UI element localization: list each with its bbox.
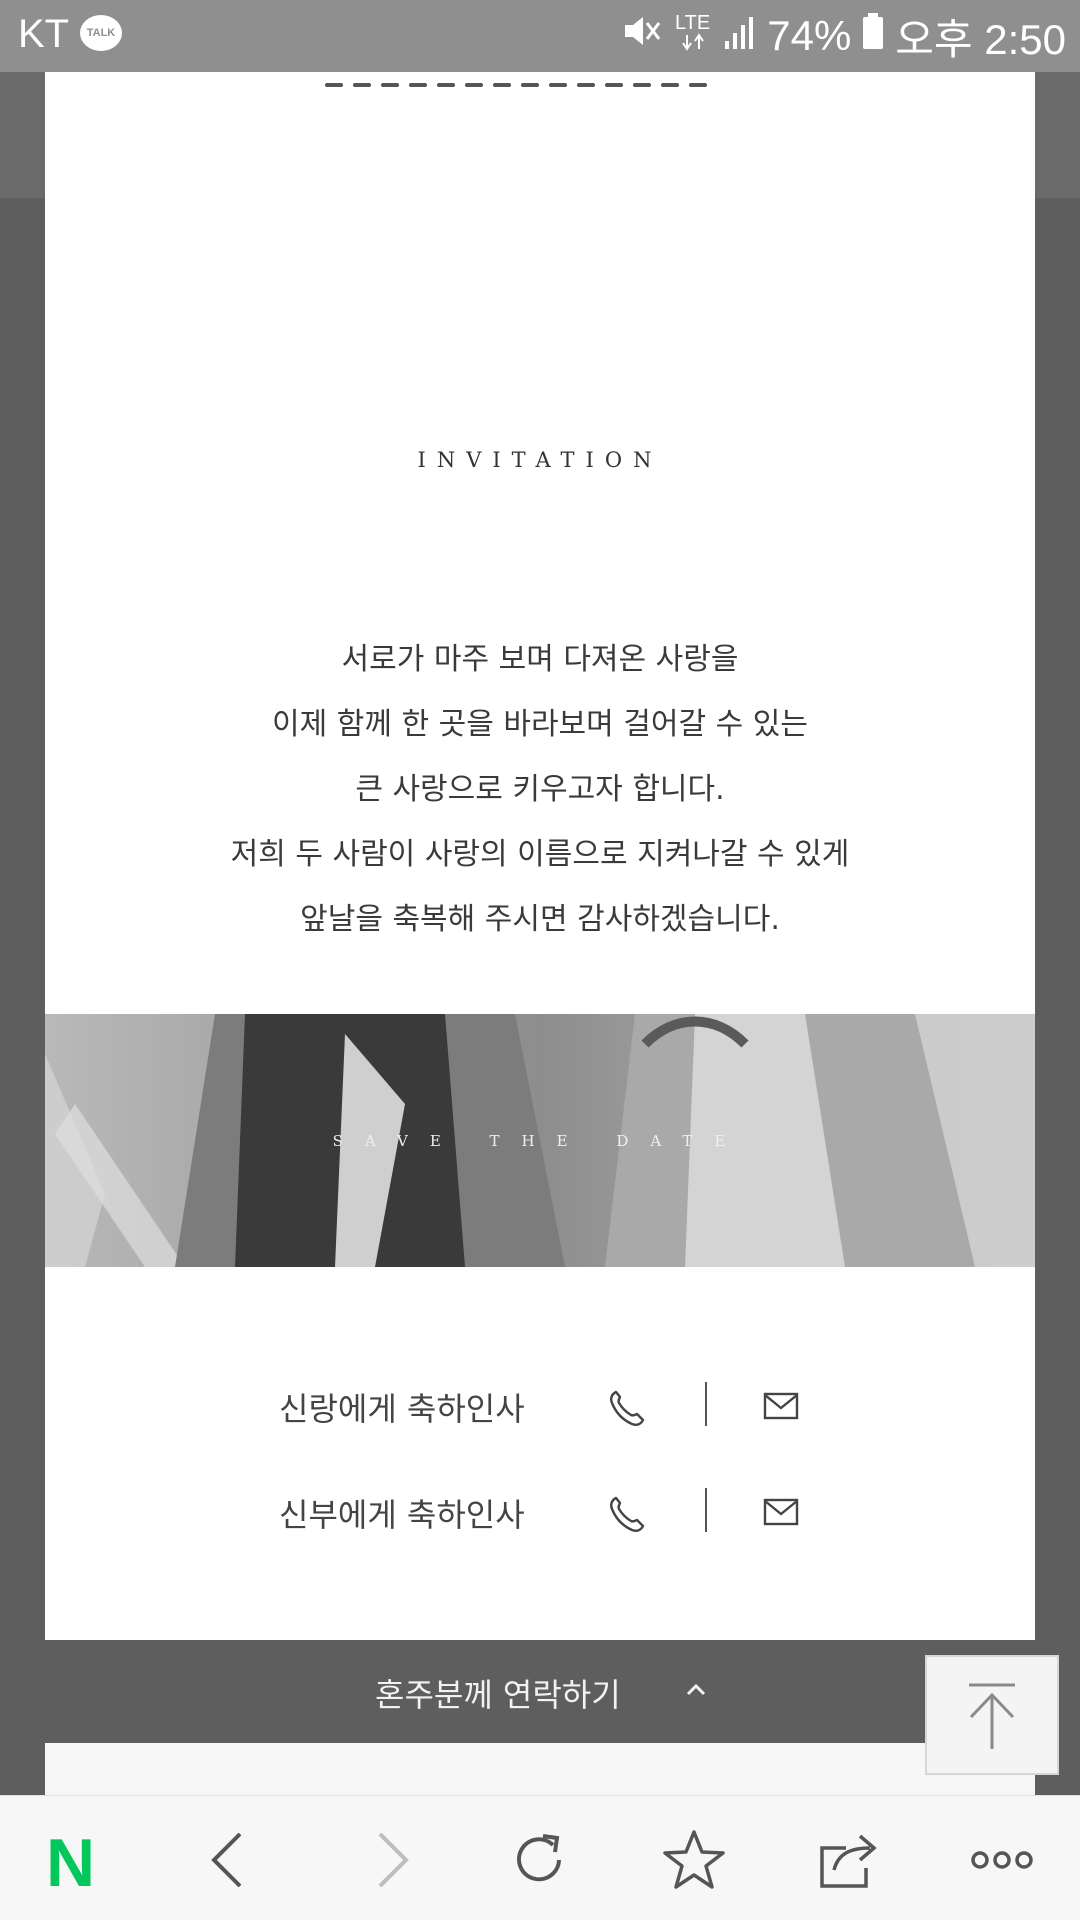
refresh-icon[interactable] xyxy=(503,1824,575,1896)
invitation-line: 앞날을 축복해 주시면 감사하겠습니다. xyxy=(300,902,780,937)
invitation-message: 서로가 마주 보며 다져온 사랑을 이제 함께 한 곳을 바라보며 걸어갈 수 … xyxy=(45,634,1035,959)
carrier-name: KT xyxy=(18,12,70,56)
phone-icon[interactable] xyxy=(607,1494,647,1534)
back-icon[interactable] xyxy=(194,1824,266,1896)
mail-icon[interactable] xyxy=(763,1392,799,1420)
bride-greeting-row: 신부에게 축하인사 xyxy=(45,1484,1035,1544)
chevron-up-icon xyxy=(686,1683,706,1696)
more-icon[interactable] xyxy=(966,1824,1038,1896)
mail-icon[interactable] xyxy=(763,1498,799,1526)
clipped-text-line xyxy=(325,72,795,87)
invitation-title: INVITATION xyxy=(417,448,663,472)
lte-text: LTE xyxy=(675,12,710,34)
status-bar: KT TALK LTE 74% 오후 2:50 xyxy=(0,0,1080,72)
divider xyxy=(705,1488,707,1532)
naver-logo-text: N xyxy=(46,1825,95,1896)
invitation-line: 서로가 마주 보며 다져온 사랑을 xyxy=(341,642,739,677)
contact-parents-button[interactable]: 혼주분께 연락하기 xyxy=(45,1640,1035,1743)
modal-bottom-area xyxy=(45,1743,1035,1795)
status-indicators: LTE 74% 오후 2:50 xyxy=(621,9,1066,63)
clock: 오후 2:50 xyxy=(895,15,1066,63)
battery-percent: 74% xyxy=(767,12,852,59)
lte-icon: LTE xyxy=(673,9,713,63)
signal-icon xyxy=(723,11,757,61)
phone-icon[interactable] xyxy=(607,1388,647,1428)
invitation-line: 저희 두 사람이 사랑의 이름으로 지켜나갈 수 있게 xyxy=(230,837,850,872)
forward-icon[interactable] xyxy=(354,1824,426,1896)
invitation-modal[interactable]: INVITATION 서로가 마주 보며 다져온 사랑을 이제 함께 한 곳을 … xyxy=(45,72,1035,1795)
arrow-up-to-top-icon xyxy=(969,1683,1015,1749)
bride-greeting-label: 신부에게 축하인사 xyxy=(279,1496,525,1534)
battery-icon xyxy=(861,11,885,61)
save-the-date-text: SAVE THE DATE xyxy=(332,1132,748,1150)
invitation-line: 이제 함께 한 곳을 바라보며 걸어갈 수 있는 xyxy=(272,707,808,742)
browser-nav-bar: N xyxy=(0,1795,1080,1920)
invitation-line: 큰 사랑으로 키우고자 합니다. xyxy=(355,772,725,807)
scroll-to-top-button[interactable] xyxy=(925,1655,1059,1775)
groom-greeting-label: 신랑에게 축하인사 xyxy=(279,1390,525,1428)
mute-icon xyxy=(621,11,663,61)
divider xyxy=(705,1382,707,1426)
share-icon[interactable] xyxy=(812,1824,884,1896)
groom-greeting-row: 신랑에게 축하인사 xyxy=(45,1378,1035,1438)
naver-logo[interactable]: N xyxy=(40,1824,112,1896)
contact-parents-label: 혼주분께 연락하기 xyxy=(375,1676,621,1714)
bookmark-star-icon[interactable] xyxy=(658,1824,730,1896)
kakaotalk-icon: TALK xyxy=(80,15,122,51)
